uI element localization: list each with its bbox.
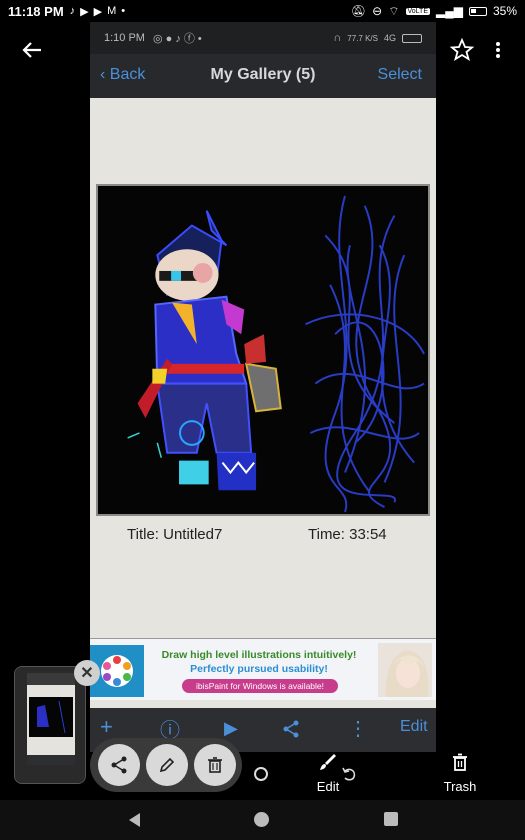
- inner-add-icon: +: [100, 714, 113, 739]
- ad-subheadline: Perfectly pursued usability!: [190, 663, 328, 675]
- artwork-drawing: [96, 184, 430, 516]
- favorite-star-icon[interactable]: [448, 36, 476, 64]
- status-time: 11:18 PM: [8, 3, 64, 19]
- dnd-icon: ⊖: [372, 4, 383, 18]
- inner-share-icon: [283, 720, 299, 738]
- nav-recents-icon[interactable]: [384, 812, 398, 826]
- trash-icon: [208, 757, 222, 773]
- trash-action-button[interactable]: Trash: [440, 752, 480, 794]
- battery-icon: [468, 6, 487, 16]
- edit-action-button[interactable]: Edit: [308, 752, 348, 794]
- inner-play-icon: ▶: [224, 718, 238, 738]
- ad-headline: Draw high level illustrations intuitivel…: [161, 649, 357, 661]
- ad-pill: ibisPaint for Windows is available!: [182, 679, 338, 693]
- ad-banner: Draw high level illustrations intuitivel…: [90, 638, 436, 700]
- close-icon[interactable]: ✕: [74, 660, 100, 686]
- edit-screenshot-button[interactable]: [146, 744, 188, 786]
- screenshot-thumbnail-preview[interactable]: ✕: [8, 660, 100, 788]
- viewer-top-bar: [0, 22, 525, 78]
- screenshot-image: 1:10 PM ◎ ● ♪ ⓕ • ∩ 77.7 K/S 4G ‹ Back M…: [90, 22, 436, 752]
- share-icon: [111, 756, 127, 774]
- tiktok-icon: ♪: [69, 5, 76, 17]
- ad-portrait-image: [378, 643, 432, 697]
- brush-icon: [320, 754, 336, 770]
- edit-label: Edit: [316, 779, 340, 794]
- nav-home-icon[interactable]: [254, 812, 269, 827]
- nav-back-icon[interactable]: [127, 812, 143, 828]
- screenshot-actions: [90, 738, 242, 792]
- status-bar: 11:18 PM ♪ ▶ ▶ M • 🔕︎ ⊖ ⌔ VoLTE ▂▄▆ 35%: [0, 0, 525, 22]
- thumbnail-card[interactable]: [14, 666, 86, 784]
- mute-icon: 🔕︎: [350, 4, 367, 18]
- artwork-info: Title: Untitled7 Time: 33:54: [90, 526, 436, 548]
- more-options-icon[interactable]: [486, 36, 510, 64]
- palette-icon: [101, 655, 133, 687]
- artwork-time: Time: 33:54: [308, 526, 387, 543]
- battery-percent: 35%: [492, 4, 517, 18]
- trash-label: Trash: [443, 779, 477, 794]
- volte-icon: VoLTE: [405, 7, 430, 15]
- youtube-icon: ▶: [80, 5, 89, 18]
- thumbnail-image: [15, 667, 85, 783]
- gmail-icon: M: [107, 5, 117, 17]
- dot-icon: •: [121, 5, 126, 17]
- wifi-icon: ⌔: [388, 3, 400, 18]
- artwork-title: Title: Untitled7: [127, 526, 223, 543]
- trash-icon: [453, 753, 467, 771]
- back-arrow-icon[interactable]: [18, 36, 46, 64]
- character-drawing: [98, 186, 428, 514]
- circle-icon: [254, 767, 268, 781]
- share-button[interactable]: [98, 744, 140, 786]
- inner-more-icon: ⋮: [348, 718, 368, 740]
- system-navigation-bar: [0, 800, 525, 840]
- inner-edit-button: Edit: [400, 718, 428, 735]
- signal-icon: ▂▄▆: [436, 4, 463, 18]
- youtube-icon: ▶: [93, 5, 103, 18]
- pencil-icon: [159, 757, 175, 773]
- delete-screenshot-button[interactable]: [194, 744, 236, 786]
